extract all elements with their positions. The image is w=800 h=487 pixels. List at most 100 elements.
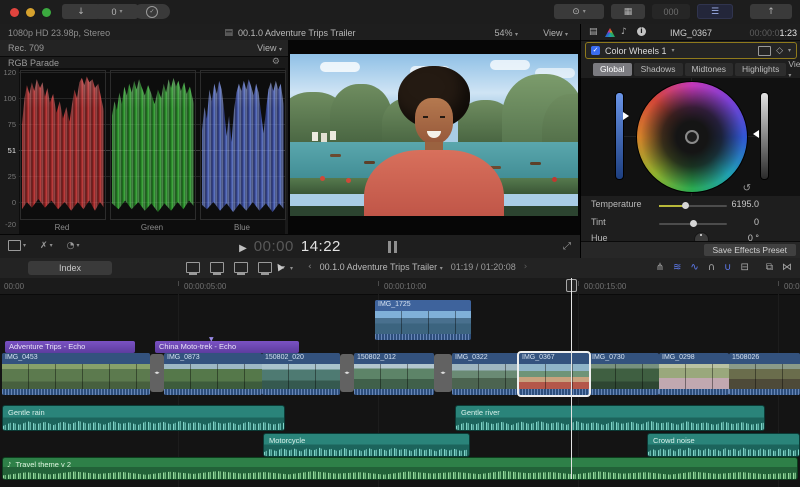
tint-value[interactable]: 0 xyxy=(754,217,759,227)
storyline-clip[interactable]: 150802_020 xyxy=(262,353,340,395)
info-inspector-icon[interactable]: i xyxy=(637,27,646,36)
timeline-project-menu[interactable]: 00.1.0 Adventure Trips Trailer ▾ xyxy=(320,262,443,272)
clip-outline-icon[interactable]: ⋔ xyxy=(656,262,664,273)
effect-frame-icon[interactable] xyxy=(758,46,771,56)
playhead[interactable] xyxy=(571,278,572,479)
axis-75: 75 xyxy=(0,120,16,129)
scopes-view-menu[interactable]: View ▾ xyxy=(257,43,282,53)
transition-clip[interactable]: ◂▸ xyxy=(150,354,164,392)
minimize-window-button[interactable] xyxy=(26,8,35,17)
audio-inspector-icon[interactable]: ♪ xyxy=(621,27,627,37)
storyline-clip[interactable]: IMG_0873 xyxy=(164,353,262,395)
color-wheels-effect-header[interactable]: ✓ Color Wheels 1 ▾ ◇ ▾ xyxy=(585,42,797,59)
tab-highlights[interactable]: Highlights xyxy=(735,63,786,76)
sfx-clip[interactable]: Gentle river xyxy=(455,405,765,431)
share-button[interactable]: ↑ xyxy=(750,4,792,19)
connect-clip-icon[interactable] xyxy=(186,262,200,273)
fcpx-window: ↓ 0 ▾ ✓ ⊙ ▾ ▦ 000 ☰ ↑ 1080p HD 23.98p, S… xyxy=(0,0,800,487)
tab-global[interactable]: Global xyxy=(593,63,632,76)
sfx-clip[interactable]: Gentle rain xyxy=(2,405,285,431)
clip-thumbnail xyxy=(262,364,340,389)
timeline-forward-button[interactable]: › xyxy=(524,262,528,272)
transition-clip[interactable]: ◂▸ xyxy=(340,354,354,392)
clip-thumbnail xyxy=(659,364,729,389)
scope-display-button[interactable]: ▾ xyxy=(8,240,26,251)
effect-enabled-checkbox[interactable]: ✓ xyxy=(591,46,600,55)
storyline-clip[interactable]: IMG_0453 xyxy=(2,353,150,395)
audio-fx-clip[interactable]: Adventure Trips - Echo xyxy=(5,341,135,353)
overwrite-clip-icon[interactable] xyxy=(258,262,272,273)
media-box-icon[interactable]: ⊟ xyxy=(740,262,748,273)
audio-meters[interactable] xyxy=(388,241,391,253)
skimming-icon[interactable]: ≋ xyxy=(673,262,681,273)
clip-thumbnail xyxy=(375,311,471,334)
brightness-slider[interactable] xyxy=(760,92,769,180)
sfx-clip[interactable]: Motorcycle xyxy=(263,433,470,457)
media-format-info: 1080p HD 23.98p, Stereo xyxy=(8,28,110,38)
storyline-clip[interactable]: 1508026 xyxy=(729,353,800,395)
tab-midtones[interactable]: Midtones xyxy=(685,63,734,76)
display-icon xyxy=(8,240,21,251)
close-window-button[interactable] xyxy=(10,8,19,17)
save-effects-preset-button[interactable]: Save Effects Preset xyxy=(704,244,797,256)
timeline-ruler[interactable]: 00:00 00:00:05:00 00:00:10:00 00:00:15:0… xyxy=(0,278,800,295)
insert-clip-icon[interactable] xyxy=(210,262,224,273)
tint-row: Tint 0 xyxy=(581,214,800,230)
inspector-toggle-button[interactable]: ☰ xyxy=(697,4,733,19)
brightness-handle[interactable] xyxy=(753,130,759,138)
transition-clip[interactable]: ◂▸ xyxy=(434,354,452,392)
color-wheel-puck[interactable] xyxy=(685,130,699,144)
audio-skimming-icon[interactable]: ∿ xyxy=(690,262,698,273)
audio-fx-clip[interactable]: China Moto-trek - Echo xyxy=(155,341,299,353)
saturation-slider[interactable] xyxy=(615,92,624,180)
marker-icon[interactable]: ▼ xyxy=(209,336,214,343)
storyline-clip-selected[interactable]: IMG_0367 xyxy=(519,353,589,395)
storyline-clip[interactable]: IMG_0730 xyxy=(589,353,659,395)
solo-headphones-icon[interactable]: ∩ xyxy=(708,262,715,273)
background-tasks-button[interactable]: ✓ xyxy=(134,4,170,19)
music-clip[interactable]: ♪ Travel theme v 2 xyxy=(2,457,798,480)
enhancements-button[interactable]: ✗ ▾ xyxy=(40,240,53,251)
sfx-clip[interactable]: Crowd noise xyxy=(647,433,800,457)
color-wheel-area: ↺ xyxy=(581,78,800,196)
tint-slider[interactable] xyxy=(659,223,727,225)
snapping-icon[interactable]: ∪ xyxy=(724,262,731,273)
play-button[interactable]: ▶ xyxy=(239,243,247,254)
storyline-clip[interactable]: IMG_0298 xyxy=(659,353,729,395)
viewer-view-menu[interactable]: View ▾ xyxy=(543,28,568,38)
timecode-current: 14:22 xyxy=(301,238,341,255)
storyline-clip[interactable]: 150802_012 xyxy=(354,353,434,395)
photos-icon: ⊙ xyxy=(572,7,580,17)
append-clip-icon[interactable] xyxy=(234,262,248,273)
video-inspector-icon[interactable]: ▤ xyxy=(589,27,598,37)
timeline-options-icon[interactable]: ⋈ xyxy=(782,262,792,273)
zoom-window-button[interactable] xyxy=(42,8,51,17)
color-inspector-icon[interactable] xyxy=(605,28,615,37)
temperature-value[interactable]: 6195.0 xyxy=(731,199,759,209)
scope-settings-icon[interactable]: ⚙ xyxy=(272,57,280,67)
reset-icon[interactable]: ↺ xyxy=(743,183,751,194)
storyline-clip[interactable]: IMG_0322 xyxy=(452,353,519,395)
tab-shadows[interactable]: Shadows xyxy=(634,63,683,76)
import-media-button[interactable]: ↓ xyxy=(62,4,100,19)
titlebar: ↓ 0 ▾ ✓ ⊙ ▾ ▦ 000 ☰ ↑ xyxy=(0,0,800,25)
clip-audio-strip xyxy=(452,389,519,395)
keyword-editor-button[interactable]: 0 ▾ xyxy=(96,4,138,19)
index-button[interactable]: Index xyxy=(28,261,112,275)
duplicate-timeline-icon[interactable]: ⧉ xyxy=(766,262,773,273)
temperature-slider[interactable] xyxy=(659,205,727,207)
media-browser-button[interactable]: ⊙ ▾ xyxy=(554,4,604,19)
keyframe-diamond-icon[interactable]: ◇ xyxy=(776,46,783,56)
connected-clip[interactable]: IMG_1725 xyxy=(375,300,471,340)
chevron-down-icon[interactable]: ▾ xyxy=(290,265,293,272)
timecode-display-button[interactable]: 000 xyxy=(652,4,690,19)
chevron-down-icon: ▾ xyxy=(279,46,282,53)
viewer-zoom-menu[interactable]: 54% ▾ xyxy=(494,28,518,38)
wheels-view-menu[interactable]: View ▾ xyxy=(788,59,800,79)
expand-viewer-icon[interactable]: ⤢ xyxy=(563,241,571,252)
saturation-handle[interactable] xyxy=(623,112,629,120)
retime-button[interactable]: ◔ ▾ xyxy=(67,240,80,251)
timeline-back-button[interactable]: ‹ xyxy=(308,262,312,272)
browser-grid-button[interactable]: ▦ xyxy=(611,4,645,19)
clip-audio-strip xyxy=(729,389,800,395)
